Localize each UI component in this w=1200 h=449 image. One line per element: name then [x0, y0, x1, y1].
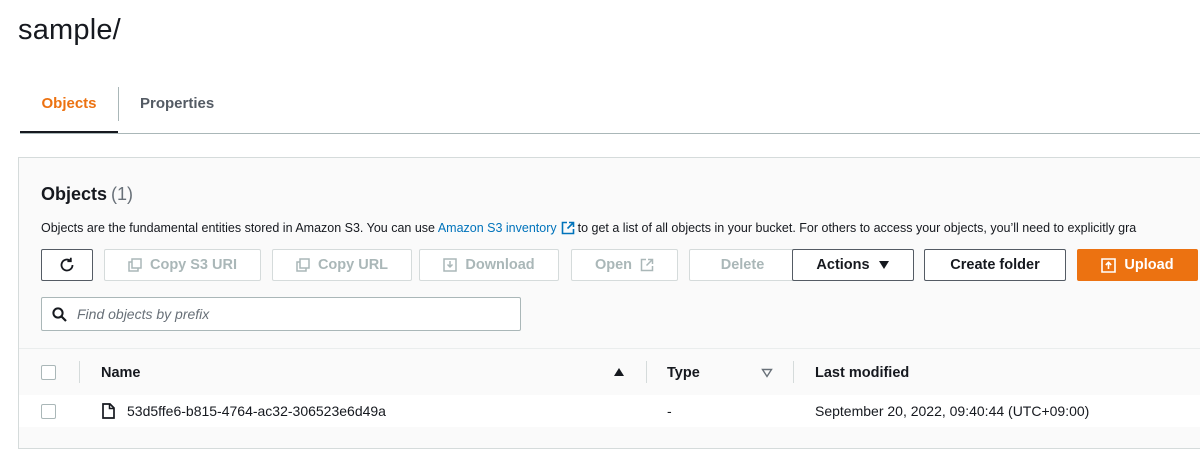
- page-title: sample/: [18, 14, 121, 46]
- object-name-link[interactable]: 53d5ffe6-b815-4764-ac32-306523e6d49a: [127, 403, 386, 419]
- tab-underline: [20, 133, 1200, 134]
- objects-panel: Objects (1) Objects are the fundamental e…: [18, 157, 1200, 449]
- objects-heading: Objects (1): [41, 184, 133, 205]
- upload-label: Upload: [1124, 257, 1174, 273]
- create-folder-button[interactable]: Create folder: [924, 249, 1066, 281]
- column-header-name[interactable]: Name: [101, 365, 141, 381]
- tab-divider: [118, 87, 119, 121]
- search-box: [41, 297, 521, 331]
- object-type: -: [667, 403, 672, 419]
- upload-icon: [1101, 257, 1117, 273]
- column-divider: [793, 361, 794, 383]
- open-label: Open: [594, 257, 633, 273]
- select-all-checkbox[interactable]: [41, 365, 56, 380]
- delete-label: Delete: [720, 257, 765, 273]
- tab-properties[interactable]: Properties: [140, 86, 214, 132]
- download-icon: [443, 258, 458, 272]
- inventory-link[interactable]: Amazon S3 inventory: [438, 221, 578, 235]
- column-divider: [646, 361, 647, 383]
- column-divider: [79, 361, 80, 383]
- actions-dropdown[interactable]: Actions: [792, 249, 914, 281]
- actions-label: Actions: [816, 257, 870, 273]
- sort-ascending-icon[interactable]: [613, 367, 625, 377]
- copy-icon: [128, 258, 142, 272]
- external-link-icon: [640, 258, 654, 272]
- copy-s3-uri-label: Copy S3 URI: [149, 257, 237, 273]
- open-button[interactable]: Open: [571, 249, 678, 281]
- upload-button[interactable]: Upload: [1077, 249, 1198, 281]
- external-link-icon: [561, 221, 574, 235]
- objects-description: Objects are the fundamental entities sto…: [41, 221, 1136, 235]
- caret-down-icon: [878, 261, 889, 269]
- description-text-after: to get a list of all objects in your buc…: [577, 221, 1137, 235]
- objects-count: (1): [111, 184, 134, 204]
- tab-bar: Objects Properties: [20, 86, 1200, 134]
- download-label: Download: [465, 257, 535, 273]
- column-header-last-modified[interactable]: Last modified: [815, 365, 909, 381]
- row-checkbox[interactable]: [41, 404, 56, 419]
- copy-icon: [296, 258, 310, 272]
- search-icon: [52, 306, 67, 322]
- refresh-icon: [60, 257, 74, 272]
- search-input[interactable]: [75, 305, 499, 323]
- table-row: 53d5ffe6-b815-4764-ac32-306523e6d49a - S…: [19, 395, 1200, 427]
- inventory-link-label: Amazon S3 inventory: [437, 221, 557, 235]
- refresh-button[interactable]: [41, 249, 93, 281]
- copy-s3-uri-button[interactable]: Copy S3 URI: [104, 249, 261, 281]
- table-header: Name Type Last modified: [19, 348, 1200, 396]
- sort-none-icon[interactable]: [761, 368, 773, 378]
- tab-objects[interactable]: Objects: [20, 86, 118, 134]
- copy-url-label: Copy URL: [317, 257, 389, 273]
- create-folder-label: Create folder: [950, 257, 1040, 273]
- object-last-modified: September 20, 2022, 09:40:44 (UTC+09:00): [815, 403, 1090, 419]
- copy-url-button[interactable]: Copy URL: [272, 249, 412, 281]
- column-header-type[interactable]: Type: [667, 365, 700, 381]
- delete-button[interactable]: Delete: [689, 249, 796, 281]
- description-text: Objects are the fundamental entities sto…: [41, 221, 436, 235]
- objects-title: Objects: [41, 184, 108, 204]
- file-icon: [102, 403, 115, 419]
- download-button[interactable]: Download: [419, 249, 559, 281]
